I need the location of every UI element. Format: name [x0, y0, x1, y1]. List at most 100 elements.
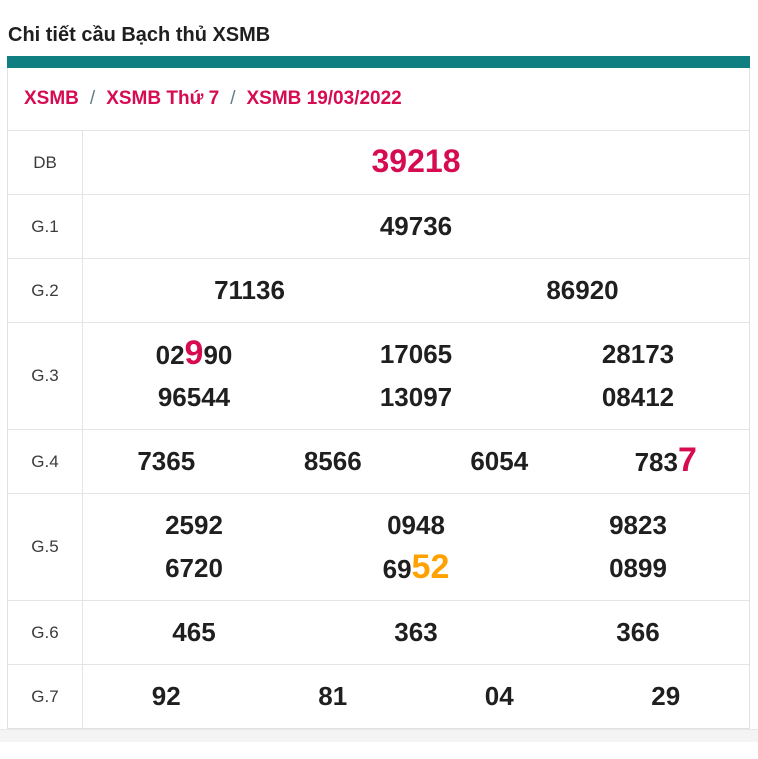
- prize-label: G.1: [8, 195, 83, 258]
- prize-number: 465: [83, 611, 305, 654]
- prize-line: 6720 6952 0899: [83, 547, 749, 590]
- table-row: G.7 92 81 04 29: [8, 664, 749, 728]
- prize-number: 71136: [83, 269, 416, 312]
- digits: 6720: [165, 553, 223, 583]
- prize-number: 2592: [83, 504, 305, 547]
- digits: 71136: [214, 275, 285, 305]
- prize-number: 92: [83, 675, 250, 718]
- table-row: G.4 7365 8566 6054 7837: [8, 429, 749, 493]
- prize-values: 465 363 366: [83, 601, 749, 664]
- next-section-strip: [0, 729, 758, 742]
- prize-number: 96544: [83, 376, 305, 419]
- prize-number: 363: [305, 611, 527, 654]
- digits: 783: [634, 447, 678, 477]
- prize-line: 39218: [83, 141, 749, 184]
- breadcrumb-separator: /: [89, 88, 96, 109]
- digits: 366: [616, 617, 660, 647]
- prize-values: 02990 17065 28173 96544 13097 08412: [83, 323, 749, 429]
- breadcrumb-separator: /: [230, 88, 236, 109]
- prize-number: 7837: [583, 439, 750, 484]
- prize-number: 6720: [83, 547, 305, 590]
- digits: 17065: [379, 339, 453, 369]
- prize-number: 81: [250, 675, 417, 718]
- digits: 2592: [165, 510, 223, 540]
- digits: 9823: [609, 510, 667, 540]
- prize-number: 9823: [527, 504, 749, 547]
- prize-line: 49736: [83, 205, 749, 248]
- digits: 02: [155, 340, 185, 370]
- results-panel: XSMB / XSMB Thứ 7 / XSMB 19/03/2022 DB 39218 G…: [7, 56, 750, 729]
- prize-number: 0899: [527, 547, 749, 590]
- prize-number: 366: [527, 611, 749, 654]
- table-row: G.6 465 363 366: [8, 600, 749, 664]
- digits: 49736: [379, 211, 453, 241]
- prize-values: 7365 8566 6054 7837: [83, 430, 749, 493]
- digits: 29: [651, 681, 681, 711]
- digits: 465: [172, 617, 216, 647]
- prize-values: 92 81 04 29: [83, 665, 749, 728]
- digits: 7365: [137, 446, 196, 476]
- prize-number: 28173: [527, 333, 749, 376]
- prize-number: 6054: [416, 440, 583, 483]
- table-row: G.3 02990 17065 28173 96544 13097 08412: [8, 322, 749, 429]
- prize-number: 49736: [83, 205, 749, 248]
- digits: 92: [151, 681, 181, 711]
- prize-number: 17065: [305, 333, 527, 376]
- breadcrumb-link[interactable]: XSMB 19/03/2022: [246, 88, 401, 110]
- digits: 13097: [379, 382, 453, 412]
- prize-line: 465 363 366: [83, 611, 749, 654]
- table-row: G.2 71136 86920: [8, 258, 749, 322]
- prize-label: G.3: [8, 323, 83, 429]
- prize-label: G.2: [8, 259, 83, 322]
- digits: 0948: [387, 510, 445, 540]
- prize-label: G.4: [8, 430, 83, 493]
- digits: 363: [394, 617, 438, 647]
- breadcrumb-link[interactable]: XSMB Thứ 7: [106, 88, 219, 110]
- prize-label: G.6: [8, 601, 83, 664]
- prize-number: 39218: [83, 140, 749, 185]
- digits: 81: [318, 681, 348, 711]
- prize-line: 2592 0948 9823: [83, 504, 749, 547]
- table-row: G.5 2592 0948 9823 6720 6952 0899: [8, 493, 749, 600]
- table-row: DB 39218: [8, 130, 749, 194]
- prize-line: 7365 8566 6054 7837: [83, 440, 749, 483]
- prize-number: 6952: [305, 546, 527, 591]
- prize-label: DB: [8, 131, 83, 194]
- prize-label: G.5: [8, 494, 83, 600]
- results-table: DB 39218 G.1 49736 G.2 71136 86920 G.3 02990 1706…: [8, 130, 749, 728]
- digits: 69: [382, 554, 412, 584]
- highlighted-digits: 7: [677, 441, 697, 479]
- highlighted-digits: 52: [411, 548, 450, 586]
- highlighted-digits: 9: [184, 334, 204, 372]
- prize-line: 96544 13097 08412: [83, 376, 749, 419]
- table-row: G.1 49736: [8, 194, 749, 258]
- page: Chi tiết cầu Bạch thủ XSMB XSMB / XSMB Thứ…: [0, 24, 758, 742]
- digits: 0899: [609, 553, 667, 583]
- digits: 96544: [157, 382, 231, 412]
- prize-number: 13097: [305, 376, 527, 419]
- prize-label: G.7: [8, 665, 83, 728]
- breadcrumb: XSMB / XSMB Thứ 7 / XSMB 19/03/2022: [8, 68, 749, 130]
- accent-bar: [7, 56, 750, 68]
- prize-line: 02990 17065 28173: [83, 333, 749, 376]
- prize-number: 8566: [250, 440, 417, 483]
- prize-values: 71136 86920: [83, 259, 749, 322]
- prize-number: 02990: [83, 332, 305, 377]
- digits: 90: [203, 340, 233, 370]
- digits: 8566: [303, 446, 362, 476]
- breadcrumb-link[interactable]: XSMB: [24, 88, 79, 110]
- digits: 08412: [601, 382, 675, 412]
- digits: 6054: [470, 446, 529, 476]
- prize-number: 7365: [83, 440, 250, 483]
- page-title: Chi tiết cầu Bạch thủ XSMB: [8, 24, 271, 46]
- digits: 28173: [601, 339, 675, 369]
- prize-line: 71136 86920: [83, 269, 749, 312]
- prize-values: 39218: [83, 131, 749, 194]
- highlighted-digits: 39218: [371, 143, 461, 179]
- digits: 86920: [546, 275, 619, 305]
- prize-values: 49736: [83, 195, 749, 258]
- digits: 04: [484, 681, 514, 711]
- prize-number: 29: [583, 675, 750, 718]
- prize-values: 2592 0948 9823 6720 6952 0899: [83, 494, 749, 600]
- prize-number: 0948: [305, 504, 527, 547]
